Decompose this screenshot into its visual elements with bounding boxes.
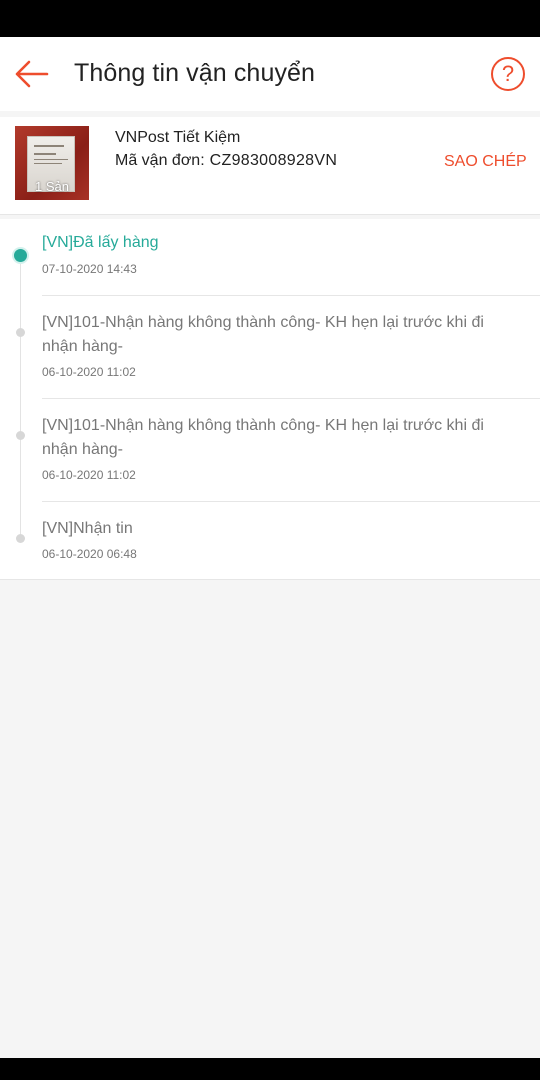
back-button[interactable] xyxy=(14,57,50,91)
timeline-time: 06-10-2020 06:48 xyxy=(42,547,137,561)
arrow-left-icon xyxy=(15,60,49,88)
tracking-row: Mã vận đơn: CZ983008928VN xyxy=(115,152,337,170)
timeline-dot-active xyxy=(14,249,27,262)
carrier-name: VNPost Tiết Kiệm xyxy=(115,129,241,146)
timeline-connector xyxy=(20,399,21,502)
timeline-status: [VN]101-Nhận hàng không thành công- KH h… xyxy=(42,314,484,355)
timeline-time: 06-10-2020 11:02 xyxy=(42,365,136,379)
help-button[interactable]: ? xyxy=(491,57,525,91)
timeline-connector xyxy=(20,261,21,296)
timeline-item: [VN]101-Nhận hàng không thành công- KH h… xyxy=(0,296,540,399)
page-title: Thông tin vận chuyển xyxy=(74,59,316,87)
timeline-connector xyxy=(20,296,21,399)
timeline-item: [VN]Đã lấy hàng 07-10-2020 14:43 xyxy=(0,219,540,296)
tracking-label: Mã vận đơn: xyxy=(115,152,205,169)
timeline-status: [VN]Nhận tin xyxy=(42,520,133,537)
product-thumbnail[interactable]: 1 Sản xyxy=(15,126,89,200)
tracking-timeline: [VN]Đã lấy hàng 07-10-2020 14:43 [VN]101… xyxy=(0,219,540,580)
timeline-status: [VN]101-Nhận hàng không thành công- KH h… xyxy=(42,417,484,458)
tracking-code: CZ983008928VN xyxy=(209,152,338,169)
timeline-time: 06-10-2020 11:02 xyxy=(42,468,136,482)
timeline-item: [VN]101-Nhận hàng không thành công- KH h… xyxy=(0,399,540,502)
status-bar xyxy=(0,0,540,37)
copy-button[interactable]: SAO CHÉP xyxy=(444,153,527,171)
question-icon: ? xyxy=(501,61,515,86)
timeline-dot xyxy=(16,328,25,337)
timeline-item: [VN]Nhận tin 06-10-2020 06:48 xyxy=(0,502,540,580)
timeline-status: [VN]Đã lấy hàng xyxy=(42,234,159,251)
timeline-time: 07-10-2020 14:43 xyxy=(42,262,137,276)
product-count-label: 1 Sản xyxy=(35,179,69,194)
timeline-dot xyxy=(16,431,25,440)
shipment-card: 1 Sản VNPost Tiết Kiệm Mã vận đơn: CZ9830… xyxy=(0,117,540,215)
app-header: Thông tin vận chuyển ? xyxy=(0,37,540,111)
system-nav-bar xyxy=(0,1058,540,1080)
timeline-dot xyxy=(16,534,25,543)
